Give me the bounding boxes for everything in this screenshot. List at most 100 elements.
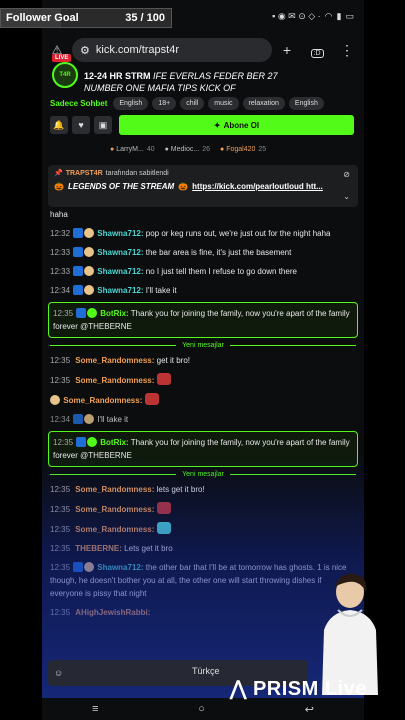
bot-message: 12:35 BotRix: Thank you for joining the … (48, 431, 358, 467)
badge-icon (84, 562, 95, 572)
gift-icon[interactable]: ▣ (94, 116, 112, 134)
emote-icon (156, 373, 171, 385)
left-letterbox (0, 0, 42, 720)
verified-icon (87, 308, 98, 318)
prism-live-logo: ⋀ PRISM Live (230, 678, 367, 700)
badge-icon (73, 285, 84, 295)
badge-icon (73, 247, 84, 257)
notification-icons: ▪ ◉ ✉ ⊙ ◇ · (272, 10, 321, 21)
username[interactable]: BotRix: (100, 309, 128, 318)
stream-tags: Sadece Sohbet English 18+ chill music re… (50, 97, 324, 110)
streamer-avatar[interactable]: T4R (52, 62, 78, 88)
badge-icon (73, 562, 84, 572)
chat-message: 12:35 Some_Randomness: (42, 519, 364, 539)
menu-icon[interactable]: ⋮ (332, 42, 362, 59)
username[interactable]: Some_Randomness: (63, 396, 142, 405)
emote-icon: 🎃 (178, 182, 189, 191)
chevron-down-icon[interactable]: ⌄ (343, 192, 350, 201)
tag[interactable]: 18+ (152, 97, 177, 110)
live-badge: LIVE (52, 54, 72, 62)
stream-title: 12-24 HR STRM IFE EVERLAS FEDER BER 27 N… (84, 71, 278, 93)
tag[interactable]: chill (180, 97, 205, 110)
badge-icon (84, 414, 95, 424)
chat-message: 12:35 THEBERNE: Lets get it bro (50, 544, 173, 553)
android-nav-bar: ≡ ○ ↩ (42, 698, 364, 720)
chat-message: 12:32 Shawna712: pop or keg runs out, we… (50, 228, 331, 238)
username[interactable]: AHighJewishRabbi: (75, 608, 150, 617)
username[interactable]: Shawna712: (97, 267, 143, 276)
category-link[interactable]: Sadece Sohbet (50, 99, 107, 108)
avatar-icon (50, 395, 60, 405)
chat-message: 12:34 Shawna712: I'll take it (50, 285, 177, 295)
chat-message: haha (50, 210, 68, 219)
unpin-icon[interactable]: ⊘ (343, 170, 350, 179)
recents-icon[interactable]: ≡ (92, 703, 98, 715)
keyboard-language: Türkçe (192, 666, 220, 676)
chat-message: 12:35 Some_Randomness: (42, 370, 364, 390)
new-messages-divider: Yeni mesajlar (42, 469, 364, 480)
new-tab-button[interactable]: + (272, 42, 302, 58)
username[interactable]: Some_Randomness: (75, 485, 154, 494)
new-messages-divider: Yeni mesajlar (42, 340, 364, 351)
stream-actions: 🔔 ♥ ▣ (50, 116, 112, 134)
chat-message: Some_Randomness: (42, 390, 364, 410)
username[interactable]: Some_Randomness: (75, 505, 154, 514)
goal-count: 35 / 100 (125, 12, 165, 24)
username[interactable]: Shawna712: (97, 248, 143, 257)
badge-icon (73, 414, 84, 424)
username[interactable]: Shawna712: (97, 286, 143, 295)
pinned-text: LEGENDS OF THE STREAM (67, 182, 175, 191)
emote-icon (156, 502, 171, 514)
tag[interactable]: relaxation (242, 97, 285, 110)
battery-icon: ▭ (345, 10, 354, 21)
chat-message: 12:34 I'll take it (50, 414, 129, 424)
tab-switcher-button[interactable]: :D (302, 42, 332, 58)
badge-icon (73, 228, 84, 238)
chat-message: 12:35 Some_Randomness: (42, 499, 364, 519)
tag[interactable]: English (113, 97, 149, 110)
badge-icon (73, 266, 84, 276)
goal-label: Follower Goal (6, 12, 79, 24)
badge-icon (76, 437, 87, 447)
follow-button[interactable]: ✦ Abone Ol (119, 115, 354, 135)
pinned-message: 📌 TRAPST4R tarafından sabitlendi 🎃 LEGEN… (48, 165, 358, 207)
username[interactable]: Some_Randomness: (75, 525, 154, 534)
badge-icon (84, 285, 95, 295)
signal-icon: ▮ (336, 10, 342, 21)
back-icon[interactable]: ↩ (305, 703, 314, 716)
pinned-link[interactable]: https://kick.com/pearloutloud htt... (192, 182, 323, 191)
emote-icon (156, 522, 171, 534)
chatter-item[interactable]: ● Fogal420 25 (220, 146, 266, 153)
pin-icon: 📌 (54, 170, 63, 177)
emote-icon: 🎃 (54, 182, 64, 191)
pinned-by[interactable]: TRAPST4R (66, 170, 103, 177)
browser-toolbar: ⚠ ⚙ kick.com/trapst4r + :D ⋮ (42, 36, 364, 64)
verified-icon (87, 437, 98, 447)
tag[interactable]: English (288, 97, 324, 110)
badge-icon (84, 247, 95, 257)
username[interactable]: Some_Randomness: (75, 356, 154, 365)
heart-icon[interactable]: ♥ (72, 116, 90, 134)
badge-icon (84, 266, 95, 276)
emoji-icon[interactable]: ☺ (54, 668, 63, 678)
username[interactable]: Some_Randomness: (75, 376, 154, 385)
follow-icon: ✦ (213, 120, 221, 130)
username[interactable]: Shawna712: (97, 229, 143, 238)
prism-icon: ⋀ (230, 678, 247, 700)
tag[interactable]: music (208, 97, 239, 110)
username[interactable]: BotRix: (100, 438, 128, 447)
bell-icon[interactable]: 🔔 (50, 116, 68, 134)
address-bar[interactable]: ⚙ kick.com/trapst4r (72, 38, 272, 62)
username[interactable]: Shawna712: (97, 563, 143, 572)
chat-message: 12:33 Shawna712: no I just tell them I r… (50, 266, 297, 276)
follower-goal-bar: Follower Goal 35 / 100 (0, 8, 172, 28)
chatter-item[interactable]: ● Medioc... 26 (165, 146, 210, 153)
top-chatters: ● LarryM... 40 ● Medioc... 26 ● Fogal420 25 (110, 146, 266, 153)
chatter-item[interactable]: ● LarryM... 40 (110, 146, 155, 153)
username[interactable]: THEBERNE: (75, 544, 122, 553)
chat-message: 12:33 Shawna712: the bar area is fine, i… (50, 247, 292, 257)
home-icon[interactable]: ○ (198, 703, 205, 715)
badge-icon (76, 308, 87, 318)
bot-message: 12:35 BotRix: Thank you for joining the … (48, 302, 358, 338)
emote-icon (144, 393, 159, 405)
